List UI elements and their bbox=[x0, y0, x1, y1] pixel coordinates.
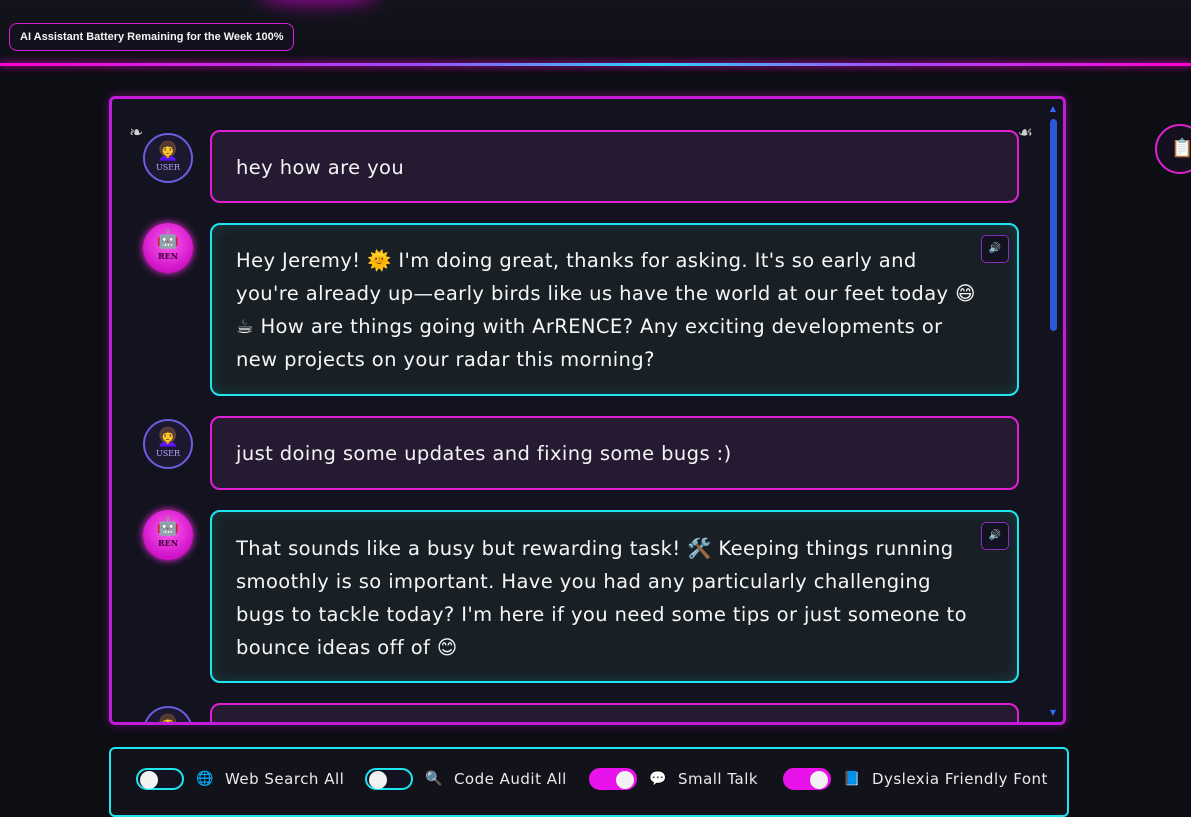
toggle-label: Dyslexia Friendly Font bbox=[871, 770, 1048, 788]
user-avatar-icon: 👩‍🦱 bbox=[156, 141, 180, 162]
feature-toggles-bar: 🌐 Web Search All 🔍 Code Audit All 💬 Smal… bbox=[109, 747, 1069, 817]
battery-status-badge: AI Assistant Battery Remaining for the W… bbox=[9, 23, 295, 51]
user-avatar-label: USER bbox=[155, 449, 181, 458]
bot-avatar: 🤖 REN bbox=[143, 510, 193, 560]
small-talk-switch[interactable] bbox=[589, 768, 637, 790]
user-avatar: 👩‍🦱 bbox=[143, 706, 193, 725]
user-avatar-label: USER bbox=[155, 163, 181, 172]
top-bar: AI Assistant Battery Remaining for the W… bbox=[0, 0, 1191, 64]
toggle-dyslexia-font[interactable]: 📘 Dyslexia Friendly Font bbox=[783, 766, 1048, 792]
user-message-bubble: hey how are you bbox=[210, 130, 1019, 203]
toggle-label: Code Audit All bbox=[453, 770, 567, 788]
scroll-up-icon[interactable]: ▲ bbox=[1047, 103, 1059, 115]
user-avatar-icon: 👩‍🦱 bbox=[156, 427, 180, 448]
message-text: just doing some updates and fixing some … bbox=[236, 442, 732, 465]
user-avatar: 👩‍🦱 USER bbox=[143, 133, 193, 183]
toggle-web-search[interactable]: 🌐 Web Search All bbox=[136, 766, 344, 792]
user-message-bubble bbox=[210, 703, 1019, 722]
dyslexia-font-switch[interactable] bbox=[783, 768, 831, 790]
user-avatar-icon: 👩‍🦱 bbox=[156, 714, 180, 725]
bot-avatar-label: REN bbox=[157, 538, 179, 548]
globe-icon: 🌐 bbox=[196, 771, 214, 787]
switch-knob bbox=[616, 771, 634, 789]
message-text: Hey Jeremy! 🌞 I'm doing great, thanks fo… bbox=[236, 249, 976, 371]
message-text: hey how are you bbox=[236, 156, 405, 179]
header-divider bbox=[0, 63, 1191, 66]
chat-scrollbar[interactable]: ▲ ▼ bbox=[1047, 103, 1059, 719]
toggle-label: Web Search All bbox=[224, 770, 345, 788]
scroll-down-icon[interactable]: ▼ bbox=[1047, 707, 1059, 719]
user-avatar: 👩‍🦱 USER bbox=[143, 419, 193, 469]
speaker-button[interactable]: 🔊 bbox=[981, 235, 1009, 263]
speaker-icon: 🔊 bbox=[988, 243, 1002, 254]
toggle-small-talk[interactable]: 💬 Small Talk bbox=[589, 766, 758, 792]
top-glow bbox=[258, 0, 378, 6]
clipboard-button[interactable]: 📋 bbox=[1155, 124, 1191, 174]
toggle-label: Small Talk bbox=[677, 770, 759, 788]
chat-panel[interactable]: ❧ ☙ 👩‍🦱 USER hey how are you 🤖 REN Hey J… bbox=[109, 96, 1066, 725]
left-ornament-icon: ❧ bbox=[129, 123, 144, 143]
scroll-thumb[interactable] bbox=[1050, 119, 1057, 331]
book-icon: 📘 bbox=[843, 771, 861, 787]
web-search-switch[interactable] bbox=[136, 768, 184, 790]
switch-knob bbox=[140, 771, 158, 789]
clipboard-icon: 📋 bbox=[1171, 138, 1191, 159]
switch-knob bbox=[810, 771, 828, 789]
speaker-icon: 🔊 bbox=[988, 530, 1002, 541]
message-text: That sounds like a busy but rewarding ta… bbox=[236, 537, 967, 659]
bot-message-bubble: That sounds like a busy but rewarding ta… bbox=[210, 510, 1019, 683]
bot-avatar: 🤖 REN bbox=[143, 223, 193, 273]
bot-avatar-icon: 🤖 bbox=[156, 229, 180, 250]
speaker-button[interactable]: 🔊 bbox=[981, 522, 1009, 550]
right-ornament-icon: ☙ bbox=[1017, 123, 1033, 143]
bot-message-bubble: Hey Jeremy! 🌞 I'm doing great, thanks fo… bbox=[210, 223, 1019, 396]
speech-bubble-icon: 💬 bbox=[649, 771, 667, 787]
switch-knob bbox=[369, 771, 387, 789]
magnifier-icon: 🔍 bbox=[425, 771, 443, 787]
toggle-code-audit[interactable]: 🔍 Code Audit All bbox=[365, 766, 567, 792]
user-message-bubble: just doing some updates and fixing some … bbox=[210, 416, 1019, 490]
bot-avatar-icon: 🤖 bbox=[156, 516, 180, 537]
code-audit-switch[interactable] bbox=[365, 768, 413, 790]
bot-avatar-label: REN bbox=[157, 251, 179, 261]
